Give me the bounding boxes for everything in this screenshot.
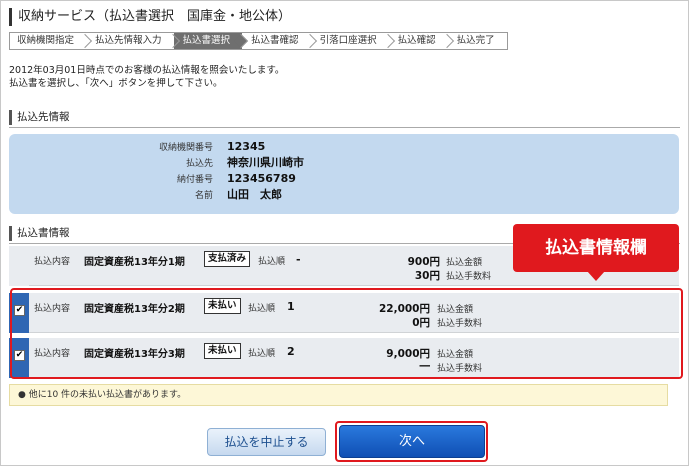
step-2: 払込先情報入力 <box>86 33 174 49</box>
step-progress-bar: 収納機関指定 払込先情報入力 払込書選択 払込書確認 引落口座選択 払込確認 払… <box>9 32 508 50</box>
payee-label: 払込先 <box>185 158 213 169</box>
payee-label: 納付番号 <box>176 174 213 185</box>
unpaid-notice: ● 他に10 件の未払い払込書があります。 <box>9 384 668 406</box>
bill-row-marker <box>9 246 29 286</box>
callout-tail <box>587 271 605 281</box>
bill-order-label: 払込順 <box>258 257 286 267</box>
step-7: 払込完了 <box>456 35 495 46</box>
bill-fee-label: 払込手数料 <box>446 272 492 282</box>
intro-line-2: 払込書を選択し、「次へ」ボタンを押して下さい。 <box>9 78 223 89</box>
payee-label: 収納機関番号 <box>158 142 213 153</box>
bills-highlight-frame <box>10 288 683 379</box>
bills-info-callout: 払込書情報欄 <box>513 224 679 272</box>
payee-row-agency-number: 収納機関番号 12345 <box>9 138 679 154</box>
bill-item-label: 払込内容 <box>34 257 71 267</box>
intro-line-1: 2012年03月01日時点でのお客様の払込情報を照会いたします。 <box>9 65 285 76</box>
payee-info-panel: 収納機関番号 12345 払込先 神奈川県川崎市 納付番号 123456789 … <box>9 134 679 214</box>
payee-value: 123456789 <box>227 171 296 185</box>
step-3-current: 払込書選択 <box>173 33 243 49</box>
page-title: 収納サービス（払込書選択 国庫金・地公体） <box>9 8 291 26</box>
payee-row-payment-number: 納付番号 123456789 <box>9 170 679 186</box>
step-4: 払込書確認 <box>242 33 311 49</box>
payee-section-divider <box>9 127 680 128</box>
bill-amount-label: 払込金額 <box>446 258 483 268</box>
payee-row-payee: 払込先 神奈川県川崎市 <box>9 154 679 170</box>
step-1: 収納機関指定 <box>10 33 86 49</box>
payee-section-heading: 払込先情報 <box>9 110 70 125</box>
bill-order-value: - <box>296 253 301 266</box>
payee-value: 山田 太郎 <box>227 188 282 201</box>
bills-section-heading: 払込書情報 <box>9 226 70 241</box>
step-5: 引落口座選択 <box>311 33 389 49</box>
step-6: 払込確認 <box>389 33 448 49</box>
intro-text: 2012年03月01日時点でのお客様の払込情報を照会いたします。 払込書を選択し… <box>9 64 284 90</box>
bill-fee: 30円 <box>414 270 440 282</box>
payee-row-name: 名前 山田 太郎 <box>9 186 679 202</box>
bill-item-name: 固定資産税13年分1期 <box>84 257 185 268</box>
next-button-highlight-frame <box>335 421 488 462</box>
payee-label: 名前 <box>194 190 213 201</box>
payee-value: 12345 <box>227 139 266 153</box>
bill-amount: 900円 <box>407 256 440 268</box>
bill-status-badge: 支払済み <box>204 251 251 267</box>
payee-value: 神奈川県川崎市 <box>227 156 304 169</box>
cancel-payment-button[interactable]: 払込を中止する <box>207 428 326 456</box>
